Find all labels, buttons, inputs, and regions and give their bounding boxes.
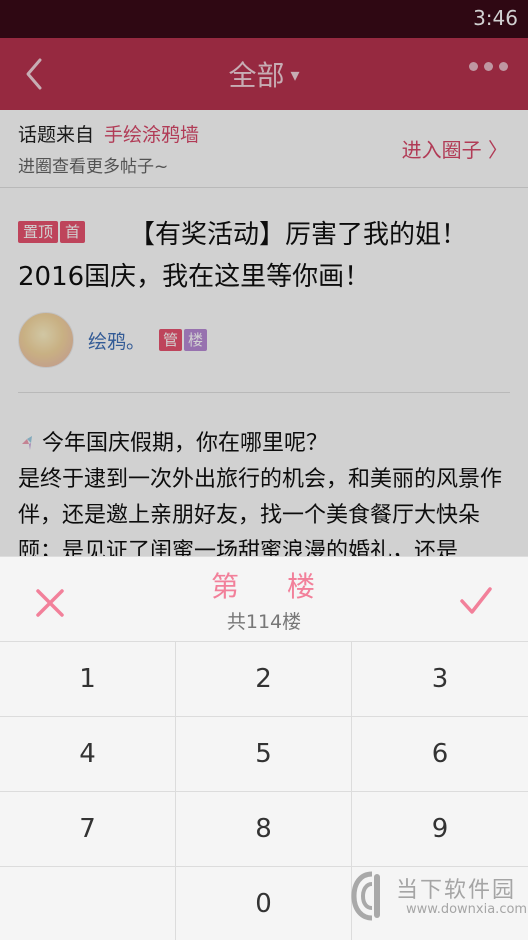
key-0[interactable]: 0: [176, 867, 352, 940]
key-blank: [0, 867, 176, 940]
key-1[interactable]: 1: [0, 642, 176, 717]
confirm-button[interactable]: [454, 579, 498, 623]
key-9[interactable]: 9: [352, 792, 528, 867]
floor-input-display: 第楼: [0, 565, 528, 605]
floor-total: 共114楼: [226, 611, 302, 633]
key-3[interactable]: 3: [352, 642, 528, 717]
watermark: 当下软件园 www.downxia.com: [350, 868, 527, 928]
key-7[interactable]: 7: [0, 792, 176, 867]
floor-suffix: 楼: [287, 570, 318, 603]
check-icon: [460, 587, 492, 614]
watermark-cn: 当下软件园: [396, 878, 517, 903]
key-6[interactable]: 6: [352, 717, 528, 792]
key-2[interactable]: 2: [176, 642, 352, 717]
watermark-en: www.downxia.com: [406, 902, 528, 917]
key-8[interactable]: 8: [176, 792, 352, 867]
key-5[interactable]: 5: [176, 717, 352, 792]
watermark-logo-icon: [351, 871, 380, 921]
floor-prefix: 第: [210, 570, 241, 603]
key-4[interactable]: 4: [0, 717, 176, 792]
picker-header: 第楼 共114楼: [0, 557, 528, 641]
